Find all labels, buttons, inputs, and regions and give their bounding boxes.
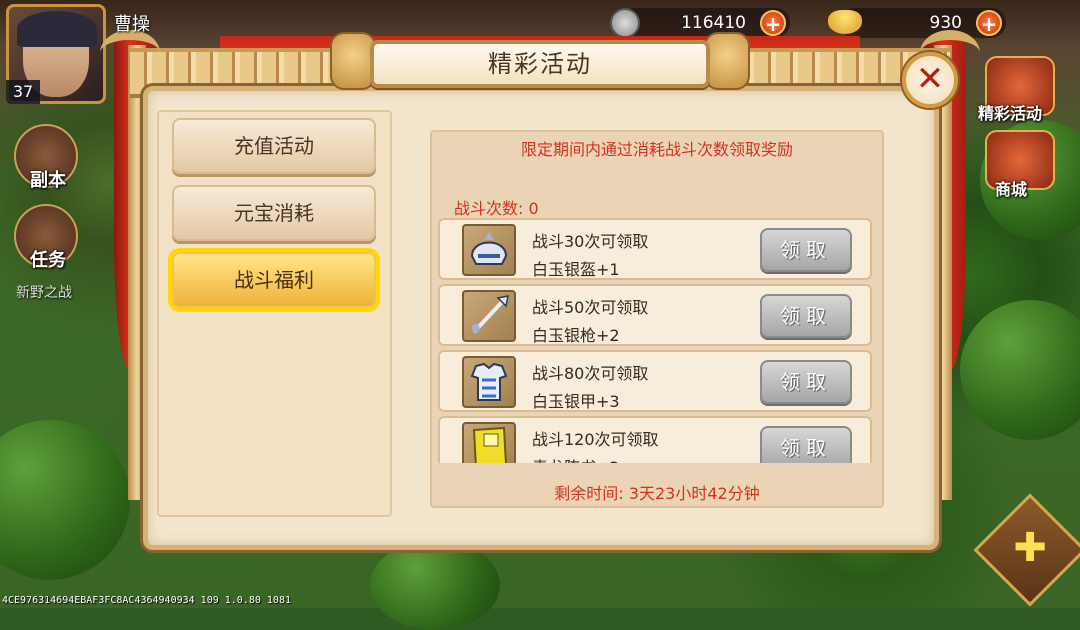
helmet-icon[interactable] <box>462 224 516 276</box>
add-ingot-button[interactable]: + <box>976 10 1002 36</box>
remaining-value: 3天23小时42分钟 <box>628 484 760 503</box>
player-name: 曹操 <box>114 14 150 35</box>
tab-label: 充值活动 <box>234 134 314 158</box>
close-button[interactable]: ✕ <box>902 52 958 108</box>
player-level: 37 <box>6 80 40 104</box>
map-name: 新野之战 <box>16 285 72 301</box>
reward-condition: 战斗80次可领取 <box>532 364 649 383</box>
dialog-title: 精彩活动 <box>370 40 710 88</box>
list-item: 战斗50次可领取 白玉银枪+2 领取 <box>438 284 872 346</box>
avatar-hair <box>17 11 97 47</box>
ingot-resource: 930 + <box>828 8 1006 38</box>
roof-corner-left <box>100 30 160 76</box>
tab-label: 战斗福利 <box>234 268 314 292</box>
tab-ingot-spend[interactable]: 元宝消耗 <box>172 185 376 241</box>
claim-button[interactable]: 领取 <box>760 360 852 404</box>
dungeon-label: 副本 <box>30 170 66 191</box>
tab-label: 元宝消耗 <box>234 201 314 225</box>
reward-item: 白玉银枪+2 <box>532 326 620 345</box>
title-ornament-right <box>704 32 750 90</box>
ingot-icon <box>828 10 862 34</box>
reward-item: 青龙阵书+2 <box>532 454 620 463</box>
spear-icon[interactable] <box>462 290 516 342</box>
tree <box>370 540 500 630</box>
remaining-time: 剩余时间: 3天23小时42分钟 <box>430 480 884 504</box>
remaining-label: 剩余时间: <box>554 484 624 503</box>
coin-resource: 116410 + <box>610 8 790 38</box>
tab-recharge[interactable]: 充值活动 <box>172 118 376 174</box>
list-item: 战斗80次可领取 白玉银甲+3 领取 <box>438 350 872 412</box>
reward-condition: 战斗120次可领取 <box>532 430 659 449</box>
tab-battle-rewards[interactable]: 战斗福利 <box>172 252 376 308</box>
close-icon: ✕ <box>915 59 945 99</box>
activity-description: 限定期间内通过消耗战斗次数领取奖励 <box>520 140 793 159</box>
reward-item: 白玉银盔+1 <box>532 260 620 279</box>
book-icon[interactable] <box>462 422 516 463</box>
quest-label: 任务 <box>30 250 66 271</box>
armor-icon[interactable] <box>462 356 516 408</box>
claim-button[interactable]: 领取 <box>760 294 852 338</box>
plus-icon: ✚ <box>1013 525 1047 571</box>
list-item: 战斗30次可领取 白玉银盔+1 领取 <box>438 218 872 280</box>
events-label: 精彩活动 <box>978 104 1043 123</box>
reward-condition: 战斗50次可领取 <box>532 298 649 317</box>
coin-amount: 116410 <box>681 13 746 33</box>
reward-list[interactable]: 战斗30次可领取 白玉银盔+1 领取 战斗50次可领取 白玉银枪+2 领取 战斗… <box>436 216 876 463</box>
claim-button[interactable]: 领取 <box>760 426 852 463</box>
coin-icon <box>610 8 640 38</box>
reward-item: 白玉银甲+3 <box>532 392 620 411</box>
list-item: 战斗120次可领取 青龙阵书+2 领取 <box>438 416 872 463</box>
shop-label: 商城 <box>995 180 1028 199</box>
claim-button[interactable]: 领取 <box>760 228 852 272</box>
add-coin-button[interactable]: + <box>760 10 786 36</box>
reward-condition: 战斗30次可领取 <box>532 232 649 251</box>
debug-text: 4CE976314694EBAF3FC8AC4364940934 109 1.0… <box>2 595 291 606</box>
